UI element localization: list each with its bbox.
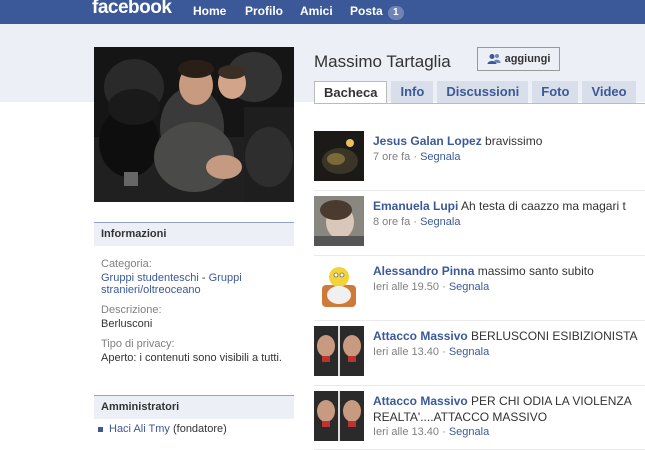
wall-post: Alessandro Pinna massimo santo subito Ie…: [314, 261, 645, 321]
left-whitespace: [0, 102, 94, 450]
post-time: Ieri alle 13.40: [373, 426, 440, 438]
meta-separator: ·: [439, 426, 449, 438]
post-time: 8 ore fa: [373, 216, 411, 228]
wall-post: Emanuela Lupi Ah testa di caazzo ma maga…: [314, 196, 645, 256]
post-message: Ah testa di caazzo ma magari t: [458, 199, 626, 213]
post-text: Attacco Massivo BERLUSCONI ESIBIZIONISTA: [373, 328, 645, 344]
report-link[interactable]: Segnala: [449, 281, 489, 293]
profile-name: Massimo Tartaglia: [314, 52, 451, 71]
wall-post: Attacco Massivo PER CHI ODIA LA VIOLENZA…: [314, 391, 645, 450]
post-time: Ieri alle 19.50: [373, 281, 440, 293]
post-time: Ieri alle 13.40: [373, 346, 440, 358]
report-link[interactable]: Segnala: [420, 216, 460, 228]
add-button[interactable]: aggiungi: [477, 47, 560, 71]
admin-name-link[interactable]: Haci Ali Tmy: [109, 423, 170, 435]
wall-post: Jesus Galan Lopez bravissimo 7 ore fa · …: [314, 131, 645, 191]
post-meta: 8 ore fa · Segnala: [373, 216, 460, 228]
profile-photo[interactable]: [94, 47, 294, 202]
category-label: Categoria:: [101, 258, 152, 270]
avatar-image: [314, 391, 364, 441]
admin-role: (fondatore): [169, 423, 227, 435]
category-value: Gruppi studenteschi - Gruppi stranieri/o…: [101, 272, 287, 296]
author-avatar[interactable]: [314, 326, 364, 376]
report-link[interactable]: Segnala: [449, 346, 489, 358]
nav-profile-link[interactable]: Profilo: [245, 4, 283, 18]
nav-inbox-label: Posta: [350, 4, 383, 18]
category-link-students[interactable]: Gruppi studenteschi: [101, 272, 199, 284]
tab-info[interactable]: Info: [391, 81, 434, 103]
post-message: BERLUSCONI ESIBIZIONISTA: [467, 329, 638, 343]
post-meta: Ieri alle 13.40 · Segnala: [373, 346, 489, 358]
nav-home-link[interactable]: Home: [193, 4, 226, 18]
tab-discussions[interactable]: Discussioni: [437, 81, 529, 103]
profile-photo-image: [94, 47, 294, 202]
post-meta: 7 ore fa · Segnala: [373, 151, 460, 163]
meta-separator: ·: [439, 281, 449, 293]
tab-photos[interactable]: Foto: [532, 81, 579, 103]
avatar-image: [314, 196, 364, 246]
tabs-divider: [314, 103, 645, 104]
author-avatar[interactable]: [314, 261, 364, 311]
post-text: Attacco Massivo PER CHI ODIA LA VIOLENZA…: [373, 393, 645, 425]
post-author-link[interactable]: Attacco Massivo: [373, 394, 468, 408]
tab-videos[interactable]: Video: [582, 81, 636, 103]
privacy-value: Aperto: i contenuti sono visibili a tutt…: [101, 352, 282, 364]
post-author-link[interactable]: Emanuela Lupi: [373, 199, 458, 213]
post-text: Alessandro Pinna massimo santo subito: [373, 263, 645, 279]
post-time: 7 ore fa: [373, 151, 411, 163]
author-avatar[interactable]: [314, 391, 364, 441]
privacy-label: Tipo di privacy:: [101, 338, 175, 350]
post-text: Emanuela Lupi Ah testa di caazzo ma maga…: [373, 198, 645, 214]
post-text: Jesus Galan Lopez bravissimo: [373, 133, 645, 149]
post-meta: Ieri alle 19.50 · Segnala: [373, 281, 489, 293]
meta-separator: ·: [439, 346, 449, 358]
post-author-link[interactable]: Alessandro Pinna: [373, 264, 474, 278]
post-message: bravissimo: [481, 134, 543, 148]
add-button-label: aggiungi: [504, 53, 551, 65]
avatar-image: [314, 261, 364, 311]
wall-post: Attacco Massivo BERLUSCONI ESIBIZIONISTA…: [314, 326, 645, 386]
description-value: Berlusconi: [101, 318, 153, 330]
category-separator: -: [198, 272, 209, 284]
info-box: Informazioni Categoria: Gruppi studentes…: [94, 222, 294, 382]
meta-separator: ·: [410, 216, 421, 228]
facebook-logo[interactable]: facebook: [92, 0, 172, 19]
admins-box: Amministratori Haci Ali Tmy (fondatore): [94, 395, 294, 435]
avatar-image: [314, 326, 364, 376]
admins-box-title: Amministratori: [94, 395, 294, 419]
tab-wall[interactable]: Bacheca: [314, 81, 388, 104]
author-avatar[interactable]: [314, 196, 364, 246]
add-friend-icon: [487, 54, 501, 64]
post-author-link[interactable]: Jesus Galan Lopez: [373, 134, 482, 148]
report-link[interactable]: Segnala: [449, 426, 489, 438]
inbox-count-badge: 1: [388, 6, 404, 20]
author-avatar[interactable]: [314, 131, 364, 181]
description-label: Descrizione:: [101, 304, 162, 316]
info-box-title: Informazioni: [94, 222, 294, 246]
bullet-icon: [98, 426, 103, 432]
post-meta: Ieri alle 13.40 · Segnala: [373, 426, 489, 438]
post-author-link[interactable]: Attacco Massivo: [373, 329, 468, 343]
nav-inbox-link[interactable]: Posta 1: [350, 4, 404, 20]
nav-friends-link[interactable]: Amici: [300, 4, 333, 18]
post-message: massimo santo subito: [474, 264, 594, 278]
avatar-image: [314, 131, 364, 181]
report-link[interactable]: Segnala: [420, 151, 460, 163]
top-navigation-bar: facebook Home Profilo Amici Posta 1: [0, 0, 645, 24]
profile-tabs: Bacheca Info Discussioni Foto Video: [314, 81, 640, 104]
meta-separator: ·: [410, 151, 421, 163]
admin-list-item: Haci Ali Tmy (fondatore): [94, 419, 294, 435]
